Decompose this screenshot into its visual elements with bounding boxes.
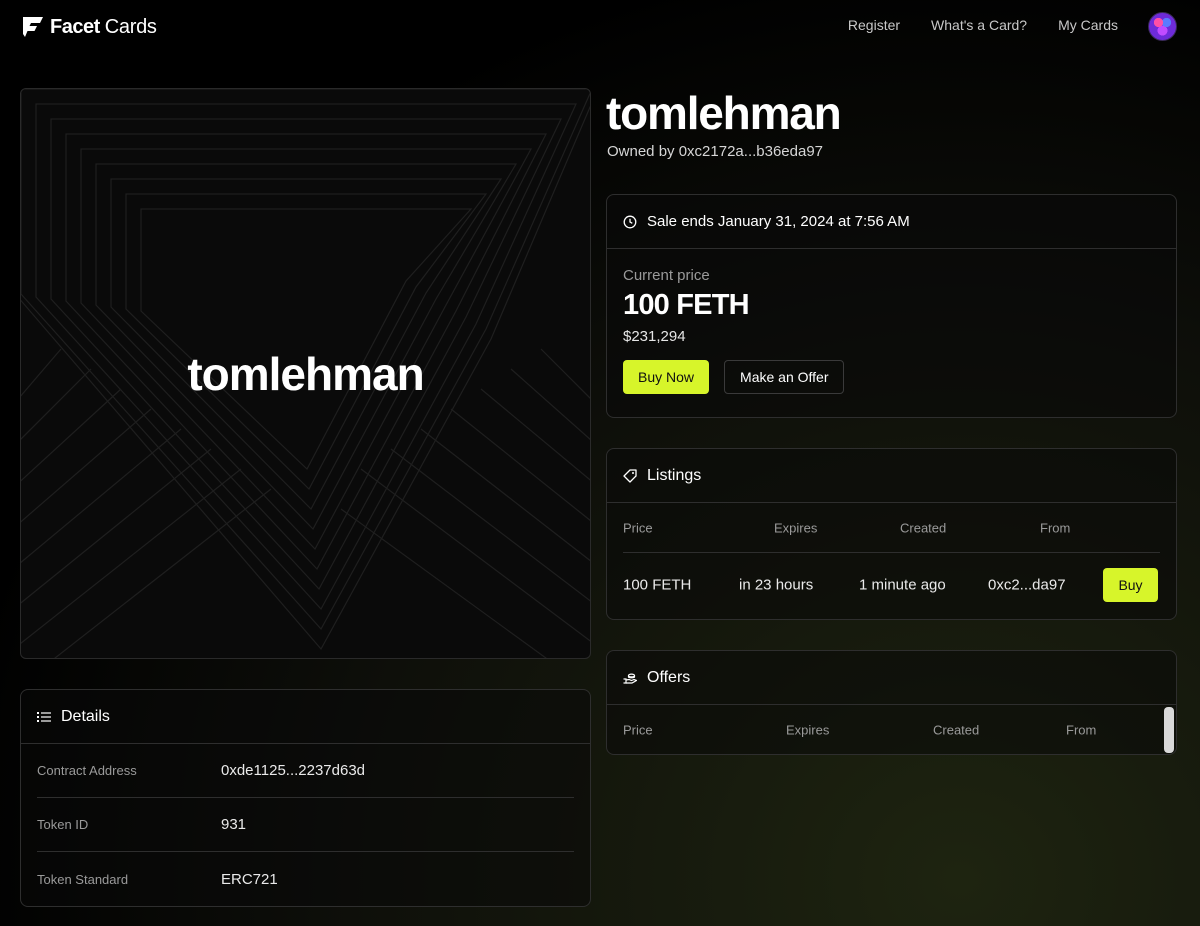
detail-row: Token ID 931 bbox=[37, 798, 574, 852]
hand-coins-icon bbox=[623, 672, 637, 684]
col-price: Price bbox=[623, 520, 653, 535]
detail-value[interactable]: 0xde1125...2237d63d bbox=[221, 762, 365, 779]
facet-cards-logo[interactable]: Facet Cards bbox=[20, 12, 157, 42]
detail-value: ERC721 bbox=[221, 870, 278, 888]
sale-panel: Sale ends January 31, 2024 at 7:56 AM Cu… bbox=[606, 194, 1177, 418]
detail-row: Token Standard ERC721 bbox=[37, 852, 574, 906]
listing-price: 100 FETH bbox=[623, 576, 692, 594]
listing-expires: in 23 hours bbox=[739, 576, 814, 594]
owner-address[interactable]: 0xc2172a...b36eda97 bbox=[679, 143, 823, 160]
detail-value: 931 bbox=[221, 816, 247, 833]
page-title: tomlehman bbox=[606, 87, 842, 139]
listings-panel: Listings Price Expires Created From 100 … bbox=[606, 448, 1177, 620]
clock-icon bbox=[623, 215, 637, 228]
facet-logo-icon bbox=[23, 17, 43, 37]
offers-table-header: Price Expires Created From bbox=[623, 705, 1160, 755]
detail-label: Token Standard bbox=[37, 871, 129, 887]
col-from: From bbox=[1040, 520, 1071, 535]
owner-prefix: Owned by bbox=[607, 143, 675, 160]
listings-table-header: Price Expires Created From bbox=[623, 503, 1160, 553]
col-from: From bbox=[1066, 722, 1097, 738]
sale-ends-text: Sale ends January 31, 2024 at 7:56 AM bbox=[647, 213, 910, 230]
owner-line: Owned by 0xc2172a...b36eda97 bbox=[607, 143, 823, 160]
listings-header[interactable]: Listings bbox=[607, 449, 1176, 503]
price-usd: $231,294 bbox=[623, 328, 686, 345]
offers-scrollbar[interactable] bbox=[1164, 707, 1174, 753]
brand-cards: Cards bbox=[104, 15, 157, 38]
current-price-label: Current price bbox=[623, 267, 710, 284]
offers-panel: Offers Price Expires Created From bbox=[606, 650, 1177, 755]
offers-header[interactable]: Offers bbox=[607, 651, 1176, 705]
table-row: 100 FETH in 23 hours 1 minute ago 0xc2..… bbox=[623, 553, 1160, 617]
detail-row: Contract Address 0xde1125...2237d63d bbox=[37, 744, 574, 798]
detail-label: Contract Address bbox=[37, 763, 137, 778]
listings-title: Listings bbox=[647, 466, 702, 484]
nav-register[interactable]: Register bbox=[848, 17, 900, 33]
card-image-name: tomlehman bbox=[187, 348, 424, 400]
top-nav: Register What's a Card? My Cards bbox=[848, 17, 1118, 33]
offers-title: Offers bbox=[647, 668, 691, 686]
card-image: tomlehman bbox=[20, 88, 591, 659]
col-expires: Expires bbox=[786, 722, 830, 738]
sale-header: Sale ends January 31, 2024 at 7:56 AM bbox=[607, 195, 1176, 249]
listing-from[interactable]: 0xc2...da97 bbox=[988, 577, 1066, 594]
details-title: Details bbox=[61, 707, 110, 725]
nav-my-cards[interactable]: My Cards bbox=[1058, 17, 1118, 33]
col-expires: Expires bbox=[774, 520, 818, 535]
current-price: 100 FETH bbox=[623, 289, 750, 321]
nav-whats-a-card[interactable]: What's a Card? bbox=[931, 17, 1027, 33]
list-icon bbox=[37, 711, 51, 722]
detail-label: Token ID bbox=[37, 817, 89, 832]
brand-facet: Facet bbox=[50, 15, 100, 38]
listing-created: 1 minute ago bbox=[859, 576, 946, 594]
make-offer-button[interactable]: Make an Offer bbox=[724, 360, 845, 394]
details-header[interactable]: Details bbox=[21, 690, 590, 744]
col-price: Price bbox=[623, 722, 653, 738]
tag-icon bbox=[623, 468, 637, 483]
col-created: Created bbox=[900, 520, 947, 535]
avatar[interactable] bbox=[1148, 12, 1177, 41]
col-created: Created bbox=[933, 722, 980, 738]
details-panel: Details Contract Address 0xde1125...2237… bbox=[20, 689, 591, 907]
buy-now-button[interactable]: Buy Now bbox=[623, 360, 710, 394]
listing-buy-button[interactable]: Buy bbox=[1103, 568, 1158, 602]
